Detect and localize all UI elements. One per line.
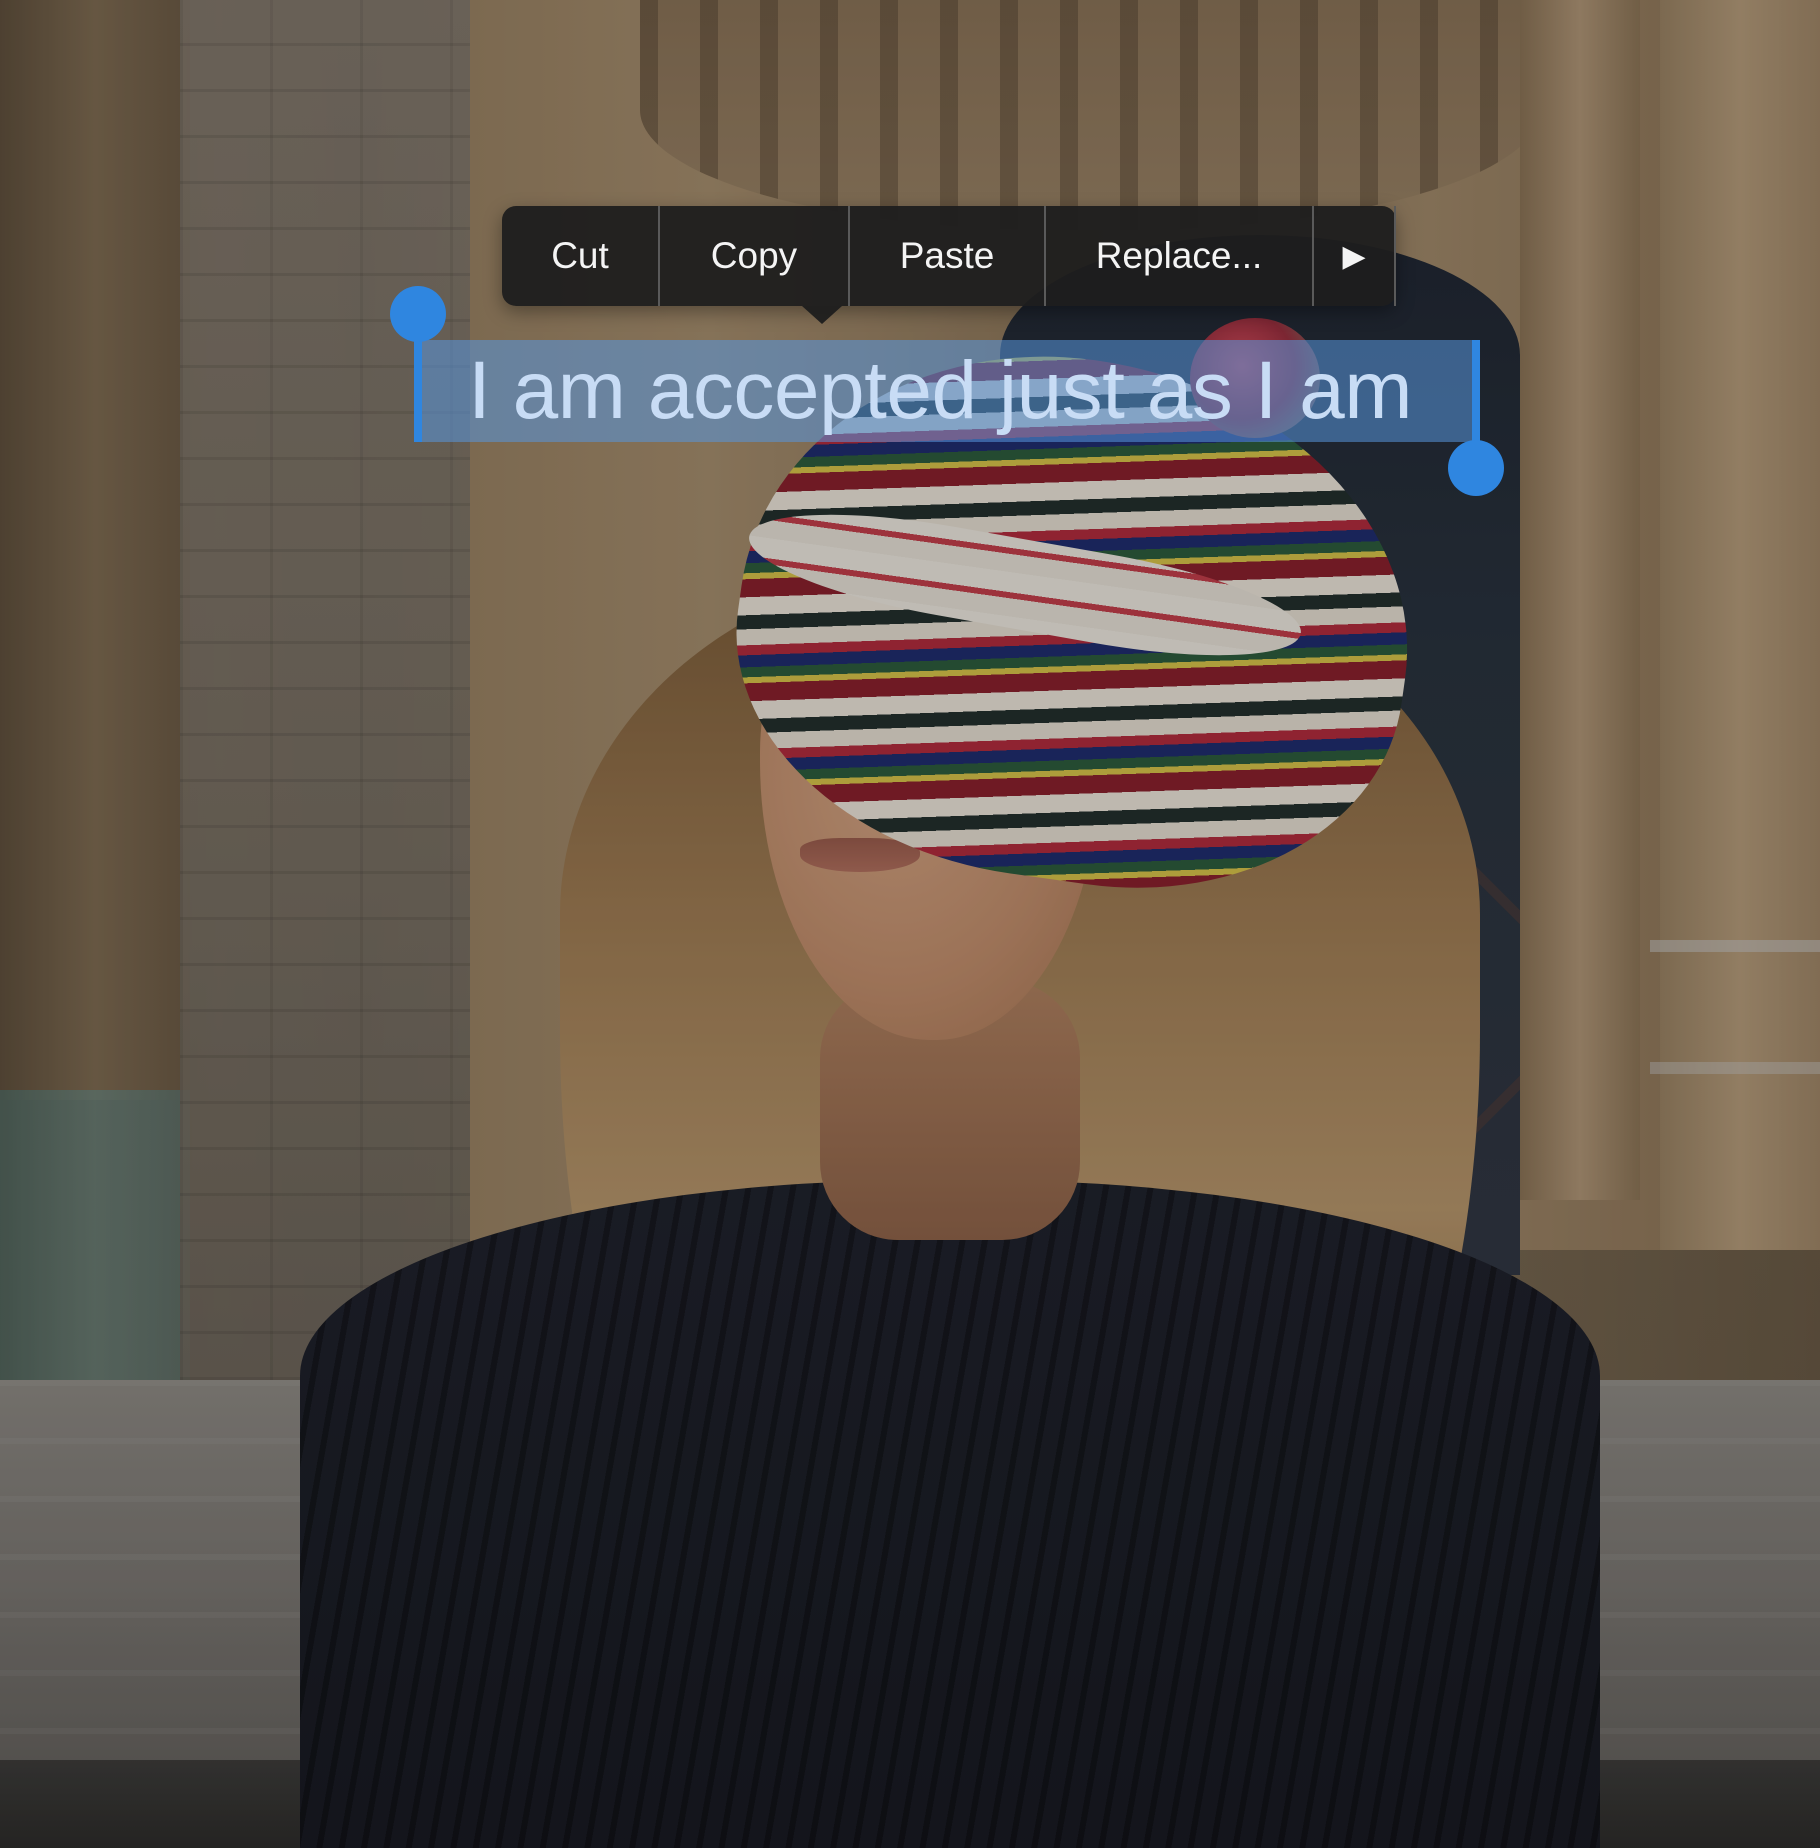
cut-button[interactable]: Cut: [502, 206, 660, 306]
edit-menu-pointer: [802, 306, 842, 324]
screen: I am accepted just as I am Cut Copy Past…: [0, 0, 1820, 1848]
selection-end-handle[interactable]: [1448, 440, 1504, 496]
replace-button[interactable]: Replace...: [1046, 206, 1314, 306]
edit-menu: Cut Copy Paste Replace... ▶: [502, 206, 1396, 324]
copy-button[interactable]: Copy: [660, 206, 850, 306]
paste-button[interactable]: Paste: [850, 206, 1046, 306]
selection-start-handle[interactable]: [390, 286, 446, 342]
play-right-triangle-icon: ▶: [1342, 239, 1366, 273]
more-options-button[interactable]: ▶: [1314, 206, 1396, 306]
selected-text[interactable]: I am accepted just as I am: [468, 340, 1413, 442]
